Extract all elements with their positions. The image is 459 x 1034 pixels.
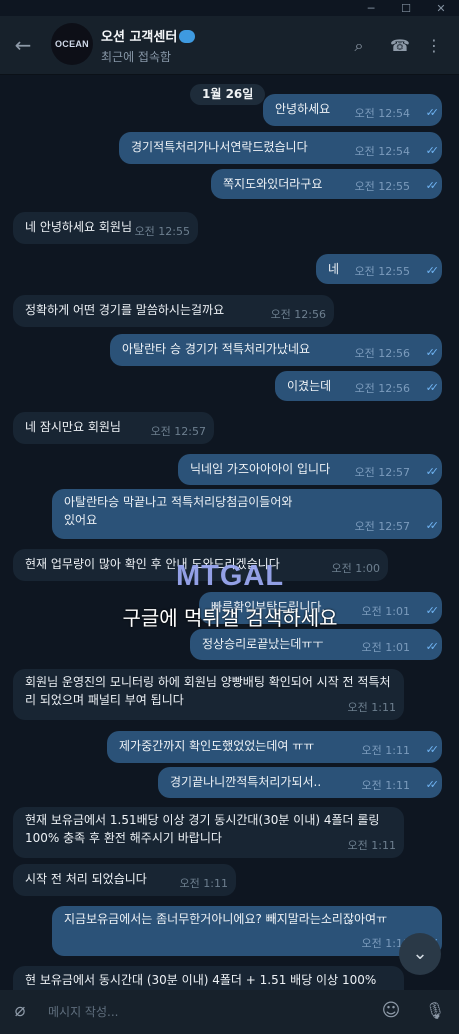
double-check-icon: ✓✓ <box>425 144 440 157</box>
message-out-12[interactable]: 경기끝나니깐적특처리가되서.. 오전 1:11 ✓✓ <box>158 767 442 798</box>
double-check-icon: ✓✓ <box>425 106 440 119</box>
message-text: 지금보유금에서는 좀너무한거아니에요? 빼지말라는소리잖아여ㅠ <box>64 912 388 926</box>
message-in-8[interactable]: 현 보유금에서 동시간대 (30분 이내) 4폴더 + 1.51 배당 이상 1… <box>13 966 404 990</box>
message-time: 오전 1:11 <box>347 701 396 714</box>
double-check-icon: ✓✓ <box>425 381 440 394</box>
avatar-logo-text: OCEAN <box>54 39 89 49</box>
message-composer: ⌀ 메시지 작성... ☺ 🎙 <box>0 990 459 1034</box>
emoji-icon[interactable]: ☺ <box>380 1000 402 1022</box>
avatar[interactable]: OCEAN <box>51 23 93 65</box>
message-time: 오전 12:56 <box>354 382 410 395</box>
message-time: 오전 12:55 <box>354 180 410 193</box>
message-in-3[interactable]: 네 잠시만요 회원님 오전 12:57 <box>13 412 214 444</box>
double-check-icon: ✓✓ <box>425 604 440 617</box>
chat-title[interactable]: 오션 고객센터 <box>101 26 196 45</box>
double-check-icon: ✓✓ <box>425 743 440 756</box>
message-text: 아탈란타승 막끝나고 적특처리당첨금이들어와있어요 <box>64 495 293 527</box>
message-out-7[interactable]: 닉네임 가즈아아아이 입니다 오전 12:57 ✓✓ <box>178 454 442 485</box>
message-time: 오전 1:01 <box>361 605 410 618</box>
chat-header: ← OCEAN 오션 고객센터 최근에 접속함 ⌕ ☎ ⋮ <box>0 16 459 75</box>
search-icon[interactable]: ⌕ <box>348 35 370 57</box>
chevron-down-icon: ⌄ <box>412 943 428 964</box>
message-time: 오전 12:55 <box>354 265 410 278</box>
date-separator: 1월 26일 <box>190 84 266 105</box>
message-time: 오전 1:11 <box>179 877 228 890</box>
message-out-10[interactable]: 정상승리로끝났는데ㅠㅜ 오전 1:01 ✓✓ <box>190 629 442 660</box>
message-in-1[interactable]: 네 안녕하세요 회원님 오전 12:55 <box>13 212 198 244</box>
message-list[interactable]: 1월 26일 안녕하세요 오전 12:54 ✓✓ 경기적특처리가나서연락드렸습니다 오… <box>0 75 459 990</box>
message-text: 회원님 운영진의 모니터링 하에 회원님 양빵배팅 확인되어 시작 전 적특처리… <box>25 675 391 707</box>
message-time: 오전 12:57 <box>354 466 410 479</box>
message-time: 오전 1:00 <box>331 562 380 575</box>
message-in-2[interactable]: 정확하게 어떤 경기를 말씀하시는걸까요 오전 12:56 <box>13 295 334 327</box>
chat-status: 최근에 접속함 <box>101 50 172 64</box>
message-out-2[interactable]: 경기적특처리가나서연락드렸습니다 오전 12:54 ✓✓ <box>119 132 442 164</box>
scroll-down-button[interactable]: ⌄ <box>399 933 441 975</box>
message-out-4[interactable]: 네 오전 12:55 ✓✓ <box>316 254 442 284</box>
message-text: 현재 보유금에서 1.51배당 이상 경기 동시간대(30분 이내) 4폴더 롤… <box>25 813 380 845</box>
double-check-icon: ✓✓ <box>425 778 440 791</box>
message-time: 오전 1:01 <box>361 641 410 654</box>
double-check-icon: ✓✓ <box>425 465 440 478</box>
message-time: 오전 1:11 <box>361 744 410 757</box>
maximize-button[interactable]: ☐ <box>390 0 422 16</box>
message-time: 오전 1:11 <box>361 779 410 792</box>
message-input[interactable]: 메시지 작성... <box>48 1002 348 1022</box>
double-check-icon: ✓✓ <box>425 346 440 359</box>
message-time: 오전 12:54 <box>354 107 410 120</box>
message-out-8[interactable]: 아탈란타승 막끝나고 적특처리당첨금이들어와있어요오전 12:57 ✓✓ <box>52 489 442 539</box>
message-time: 오전 12:55 <box>134 225 190 238</box>
message-out-13[interactable]: 지금보유금에서는 좀너무한거아니에요? 빼지말라는소리잖아여ㅠ오전 1:11✓✓ <box>52 906 442 956</box>
watermark-caption: 구글에 먹튀갤 검색하세요 <box>122 606 338 630</box>
message-time: 오전 12:54 <box>354 145 410 158</box>
double-check-icon: ✓✓ <box>425 519 440 532</box>
phone-call-icon[interactable]: ☎ <box>389 35 411 57</box>
back-arrow-icon[interactable]: ← <box>10 32 36 58</box>
close-button[interactable]: ✕ <box>425 0 457 16</box>
message-time: 오전 12:56 <box>354 347 410 360</box>
window-titlebar: ─ ☐ ✕ <box>0 0 459 16</box>
message-time: 오전 12:57 <box>150 425 206 438</box>
message-out-11[interactable]: 제가중간까지 확인도했었었는데여 ㅠㅠ 오전 1:11 ✓✓ <box>107 731 442 763</box>
message-text: 현 보유금에서 동시간대 (30분 이내) 4폴더 + 1.51 배당 이상 1… <box>25 973 377 987</box>
message-time: 오전 12:56 <box>270 308 326 321</box>
paperclip-attach-icon[interactable]: ⌀ <box>9 1000 31 1022</box>
message-in-5[interactable]: 회원님 운영진의 모니터링 하에 회원님 양빵배팅 확인되어 시작 전 적특처리… <box>13 669 404 720</box>
message-time: 오전 1:11 <box>347 839 396 852</box>
double-check-icon: ✓✓ <box>425 179 440 192</box>
watermark-logo: MTGAL <box>175 560 285 592</box>
double-check-icon: ✓✓ <box>425 264 440 277</box>
message-out-1[interactable]: 안녕하세요 오전 12:54 ✓✓ <box>263 94 442 126</box>
message-out-3[interactable]: 쪽지도와있더라구요 오전 12:55 ✓✓ <box>211 169 442 199</box>
message-out-6[interactable]: 이겼는데 오전 12:56 ✓✓ <box>275 371 442 401</box>
chat-title-text: 오션 고객센터 <box>101 30 178 45</box>
minimize-button[interactable]: ─ <box>355 0 387 16</box>
microphone-icon[interactable]: 🎙 <box>424 1000 446 1022</box>
double-check-icon: ✓✓ <box>425 640 440 653</box>
message-in-6[interactable]: 현재 보유금에서 1.51배당 이상 경기 동시간대(30분 이내) 4폴더 롤… <box>13 807 404 858</box>
message-time: 오전 12:57 <box>354 520 410 533</box>
verified-badge-icon <box>179 30 196 43</box>
more-menu-icon[interactable]: ⋮ <box>423 35 445 57</box>
message-in-7[interactable]: 시작 전 처리 되었습니다 오전 1:11 <box>13 864 236 896</box>
message-out-5[interactable]: 아탈란타 승 경기가 적특처리가났네요 오전 12:56 ✓✓ <box>110 334 442 366</box>
